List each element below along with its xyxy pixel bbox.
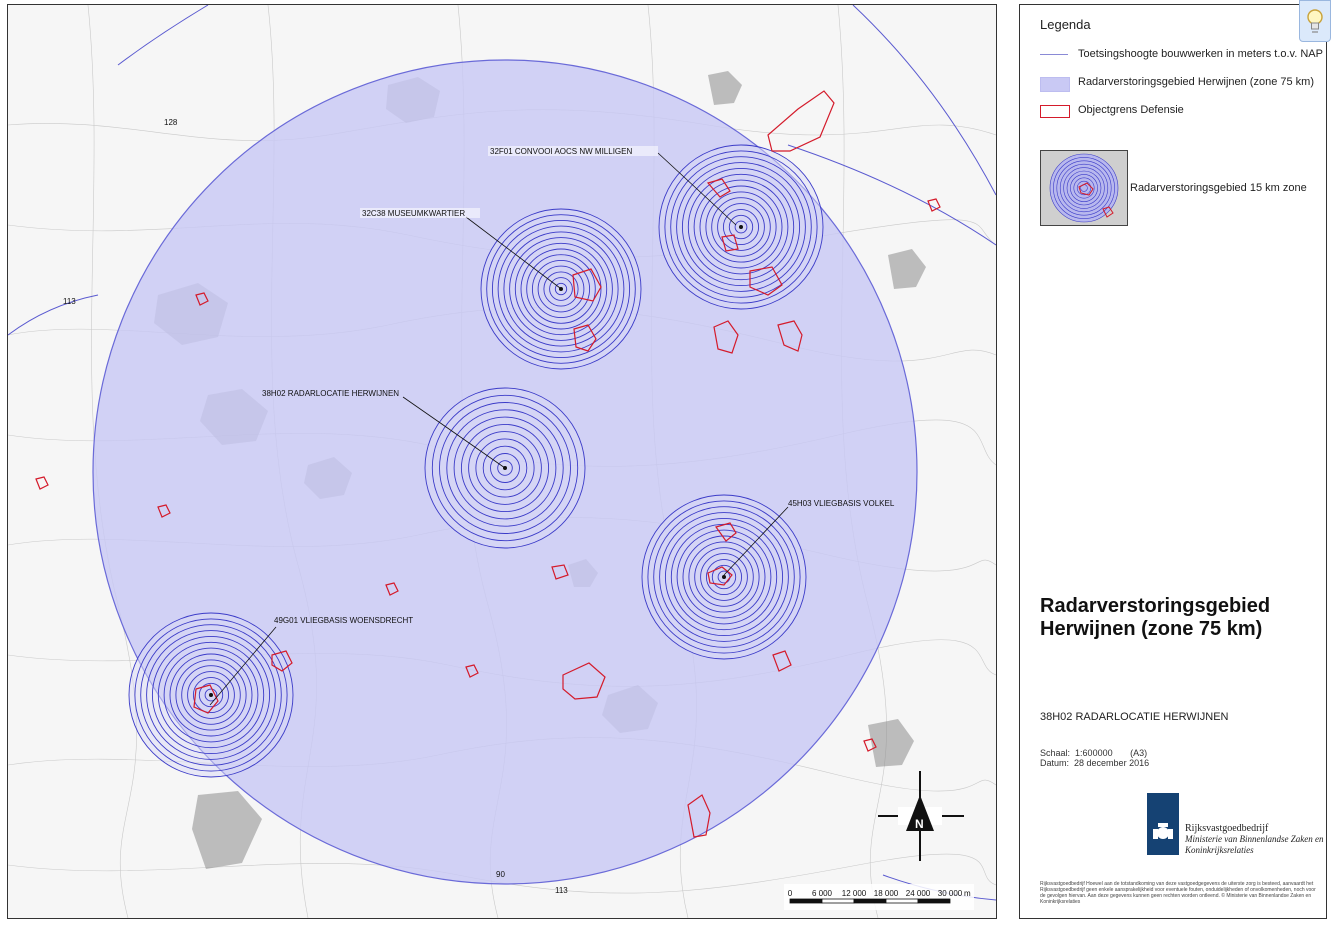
rings-museumkwartier: [480, 208, 642, 370]
logo-text: Rijksvastgoedbedrijf Ministerie van Binn…: [1185, 823, 1324, 855]
rings-woensdrecht: [128, 612, 294, 778]
svg-text:N: N: [915, 817, 924, 831]
legend-item-defence: Objectgrens Defensie: [1040, 105, 1184, 118]
scale-segment: [853, 898, 887, 904]
site-label-museumkwartier: 32C38 MUSEUMKWARTIER: [362, 209, 465, 218]
site-marker: [722, 575, 726, 579]
fill-swatch: [1040, 77, 1070, 92]
rings-volkel: [641, 494, 807, 660]
svg-text:128: 128: [164, 118, 178, 127]
lightbulb-icon[interactable]: [1299, 0, 1331, 42]
government-logo-icon: [1147, 793, 1179, 855]
disclaimer: Rijksvastgoedbedrijf Hoewel aan de totst…: [1040, 881, 1316, 905]
legend-thumbnail: [1040, 150, 1128, 226]
location-subtitle: 38H02 RADARLOCATIE HERWIJNEN: [1040, 711, 1229, 723]
outline-swatch: [1040, 105, 1070, 118]
legend-title: Legenda: [1040, 17, 1091, 32]
line-swatch: [1040, 54, 1068, 55]
legend-item-height-line: Toetsingshoogte bouwwerken in meters t.o…: [1040, 49, 1323, 61]
scale-segment: [789, 898, 823, 904]
site-label-herwijnen: 38H02 RADARLOCATIE HERWIJNEN: [262, 389, 399, 398]
rings-milligen: [658, 144, 824, 310]
svg-text:113: 113: [555, 886, 568, 895]
site-marker: [209, 693, 213, 697]
scale-tick-label: 18 000: [874, 889, 899, 898]
scale-tick-label: 6 000: [812, 889, 833, 898]
site-label-volkel: 45H03 VLIEGBASIS VOLKEL: [788, 499, 895, 508]
scale-segment: [917, 898, 951, 904]
site-marker: [739, 225, 743, 229]
scale-tick-label: 24 000: [906, 889, 931, 898]
scale-info: Schaal: 1:600000 (A3): [1040, 748, 1148, 758]
legend-item-zone: Radarverstoringsgebied Herwijnen (zone 7…: [1040, 77, 1314, 92]
site-label-milligen: 32F01 CONVOOI AOCS NW MILLIGEN: [490, 147, 632, 156]
legend-thumbnail-label: Radarverstoringsgebied 15 km zone: [1130, 182, 1307, 194]
site-label-woensdrecht: 49G01 VLIEGBASIS WOENSDRECHT: [274, 616, 413, 625]
map-frame[interactable]: 32F01 CONVOOI AOCS NW MILLIGEN 32C38 MUS…: [7, 4, 997, 919]
north-arrow-icon: N: [878, 771, 964, 861]
legend-panel: Legenda Toetsingshoogte bouwwerken in me…: [1019, 4, 1327, 919]
svg-text:90: 90: [496, 870, 505, 879]
scale-tick-label: 0: [788, 889, 793, 898]
svg-text:113: 113: [63, 297, 76, 306]
map-title: Radarverstoringsgebied Herwijnen (zone 7…: [1040, 595, 1271, 640]
scale-tick-label: 30 000: [938, 889, 963, 898]
map-canvas[interactable]: 32F01 CONVOOI AOCS NW MILLIGEN 32C38 MUS…: [8, 5, 996, 918]
date-info: Datum: 28 december 2016: [1040, 758, 1150, 768]
scale-tick-label: 12 000: [842, 889, 867, 898]
scale-segment: [821, 898, 855, 904]
scale-bar: 0 6 000 12 000 18 000 24 000 30 000 m: [784, 884, 974, 910]
scale-segment: [885, 898, 919, 904]
scale-unit-label: m: [964, 889, 971, 898]
